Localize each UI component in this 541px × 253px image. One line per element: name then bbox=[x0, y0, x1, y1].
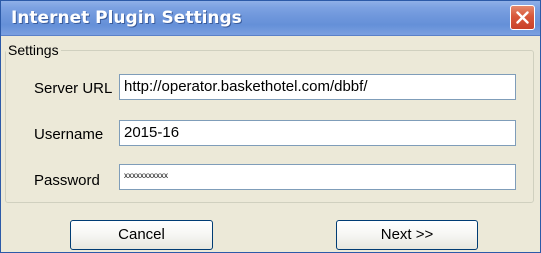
password-field[interactable]: xxxxxxxxxxx bbox=[119, 164, 516, 190]
title-bar[interactable]: Internet Plugin Settings bbox=[1, 1, 540, 36]
settings-group-legend: Settings bbox=[6, 42, 61, 58]
username-value: 2015-16 bbox=[124, 124, 180, 141]
server-url-value: http://operator.baskethotel.com/dbbf/ bbox=[124, 78, 368, 95]
server-url-label: Server URL bbox=[34, 80, 113, 97]
cancel-button[interactable]: Cancel bbox=[70, 220, 213, 250]
server-url-field[interactable]: http://operator.baskethotel.com/dbbf/ bbox=[119, 74, 516, 100]
next-button[interactable]: Next >> bbox=[336, 220, 478, 250]
username-field[interactable]: 2015-16 bbox=[119, 120, 516, 146]
password-value: xxxxxxxxxxx bbox=[124, 171, 168, 180]
password-label: Password bbox=[34, 172, 100, 189]
close-button[interactable] bbox=[510, 5, 535, 30]
plugin-settings-dialog: Internet Plugin Settings Settings Server… bbox=[0, 0, 541, 253]
close-icon bbox=[516, 11, 529, 24]
username-label: Username bbox=[34, 126, 104, 143]
window-title: Internet Plugin Settings bbox=[11, 8, 242, 28]
